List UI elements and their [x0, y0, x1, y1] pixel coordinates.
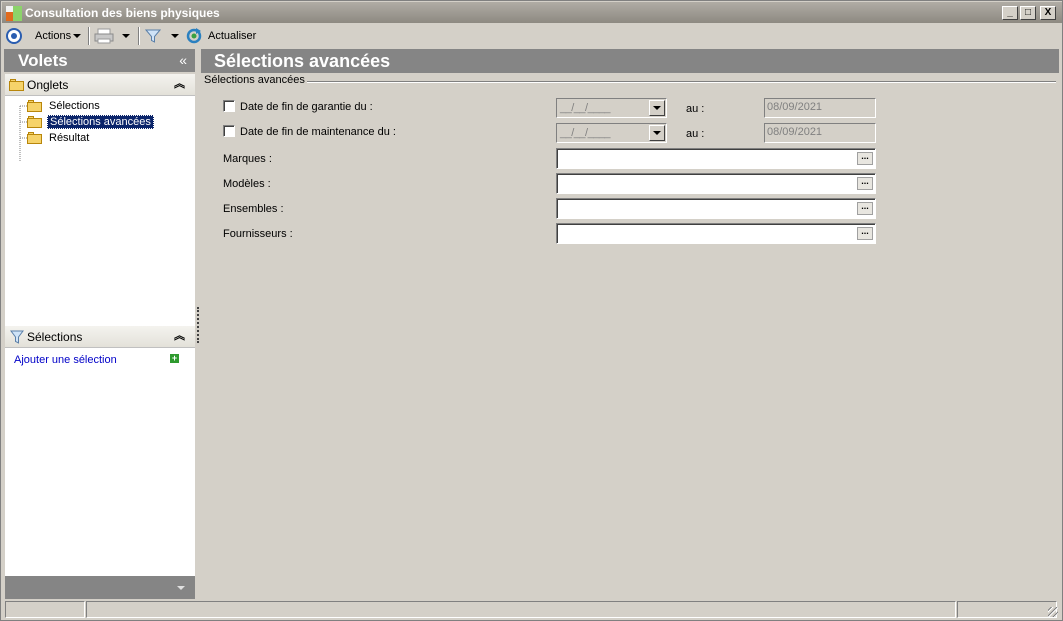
warranty-to-label: au : [686, 103, 705, 115]
brands-input[interactable]: ... [556, 148, 876, 169]
nav-target-button[interactable] [6, 27, 22, 45]
ellipsis-button[interactable]: ... [857, 202, 873, 215]
volets-header: Volets [4, 49, 195, 72]
minimize-button[interactable]: _ [1002, 6, 1018, 20]
maximize-button[interactable]: □ [1020, 6, 1036, 20]
filter-icon [145, 29, 161, 43]
double-chevron-up-icon[interactable]: ︽ [174, 77, 185, 91]
warranty-date-checkbox[interactable] [223, 100, 235, 112]
ellipsis-button[interactable]: ... [857, 152, 873, 165]
resize-grip-icon[interactable] [1048, 607, 1058, 617]
warranty-to-date[interactable]: 08/09/2021 [764, 98, 876, 118]
status-cell [86, 601, 956, 618]
chevron-down-icon [177, 586, 185, 590]
window-title: Consultation des biens physiques [25, 6, 220, 20]
warranty-from-date[interactable]: __/__/____ [556, 98, 667, 118]
selections-section-header[interactable]: Sélections ︽ [5, 326, 195, 348]
chevron-down-icon [653, 131, 661, 135]
print-button[interactable] [94, 27, 130, 45]
models-input[interactable]: ... [556, 173, 876, 194]
window-controls: _ □ X [1002, 6, 1056, 20]
tree-item-label: Sélections avancées [47, 115, 154, 129]
tree-item-label: Résultat [49, 132, 90, 144]
toolbar-separator [138, 27, 140, 45]
app-window: Consultation des biens physiques _ □ X A… [0, 0, 1063, 621]
sets-input[interactable]: ... [556, 198, 876, 219]
filter-button[interactable] [145, 27, 179, 45]
warranty-date-label: Date de fin de garantie du : [240, 101, 373, 113]
double-chevron-up-icon[interactable]: ︽ [174, 329, 185, 343]
page-title: Sélections avancées [201, 49, 1059, 73]
date-dropdown-button[interactable] [649, 125, 665, 141]
date-mask: __/__/____ [560, 127, 611, 139]
suppliers-label: Fournisseurs : [223, 228, 293, 240]
tabs-section-header[interactable]: Onglets ︽ [5, 74, 195, 96]
open-folder-icon [27, 116, 43, 128]
close-button[interactable]: X [1040, 6, 1056, 20]
chevron-down-icon [171, 34, 179, 38]
models-label: Modèles : [223, 178, 271, 190]
left-pane-footer[interactable] [5, 576, 195, 599]
filter-icon [10, 330, 24, 344]
ellipsis-button[interactable]: ... [857, 177, 873, 190]
maintenance-date-checkbox[interactable] [223, 125, 235, 137]
collapse-pane-icon[interactable]: « [179, 49, 187, 72]
date-dropdown-button[interactable] [649, 100, 665, 116]
suppliers-input[interactable]: ... [556, 223, 876, 244]
status-bar [4, 599, 1060, 619]
title-bar[interactable]: Consultation des biens physiques _ □ X [2, 2, 1062, 23]
maintenance-date-label: Date de fin de maintenance du : [240, 126, 396, 138]
actions-menu-button[interactable]: Actions [35, 27, 82, 45]
brands-label: Marques : [223, 153, 272, 165]
tree-item-selections[interactable]: Sélections [27, 98, 102, 114]
target-icon [6, 28, 22, 44]
refresh-button[interactable]: Actualiser [186, 27, 256, 45]
add-selection-link[interactable]: Ajouter une sélection [14, 354, 117, 366]
ellipsis-button[interactable]: ... [857, 227, 873, 240]
folder-icon [27, 100, 43, 112]
tabs-tree: Sélections Sélections avancées Résultat [5, 96, 195, 364]
chevron-down-icon [73, 34, 82, 38]
toolbar-separator [88, 27, 90, 45]
chevron-down-icon [122, 34, 130, 38]
folder-icon [27, 132, 43, 144]
left-pane: Volets « Onglets ︽ Sélections Sélections… [4, 49, 195, 599]
refresh-icon [186, 28, 202, 44]
add-icon[interactable]: + [170, 354, 179, 363]
volets-title: Volets [18, 51, 68, 70]
selections-area [5, 347, 195, 577]
refresh-label: Actualiser [208, 30, 257, 42]
maintenance-from-date[interactable]: __/__/____ [556, 123, 667, 143]
app-logo-icon [6, 6, 22, 21]
folder-icon [9, 79, 25, 91]
tree-item-resultat[interactable]: Résultat [27, 130, 91, 146]
tree-item-label: Sélections [49, 100, 100, 112]
sets-label: Ensembles : [223, 203, 284, 215]
status-cell [5, 601, 85, 618]
maintenance-to-label: au : [686, 128, 705, 140]
selections-section-label: Sélections [27, 330, 83, 344]
status-cell [957, 601, 1057, 618]
actions-label: Actions [35, 30, 72, 42]
chevron-down-icon [653, 106, 661, 110]
tabs-section-label: Onglets [27, 78, 69, 92]
tree-item-selections-avancees[interactable]: Sélections avancées [27, 114, 154, 130]
maintenance-to-date[interactable]: 08/09/2021 [764, 123, 876, 143]
main-pane: Sélections avancées Sélections avancées … [201, 49, 1059, 599]
vertical-splitter-handle[interactable] [197, 307, 199, 343]
group-divider [301, 81, 1056, 83]
date-mask: __/__/____ [560, 102, 611, 114]
printer-icon [94, 28, 114, 44]
toolbar: Actions Actualiser [2, 24, 1062, 48]
group-title: Sélections avancées [204, 74, 307, 86]
